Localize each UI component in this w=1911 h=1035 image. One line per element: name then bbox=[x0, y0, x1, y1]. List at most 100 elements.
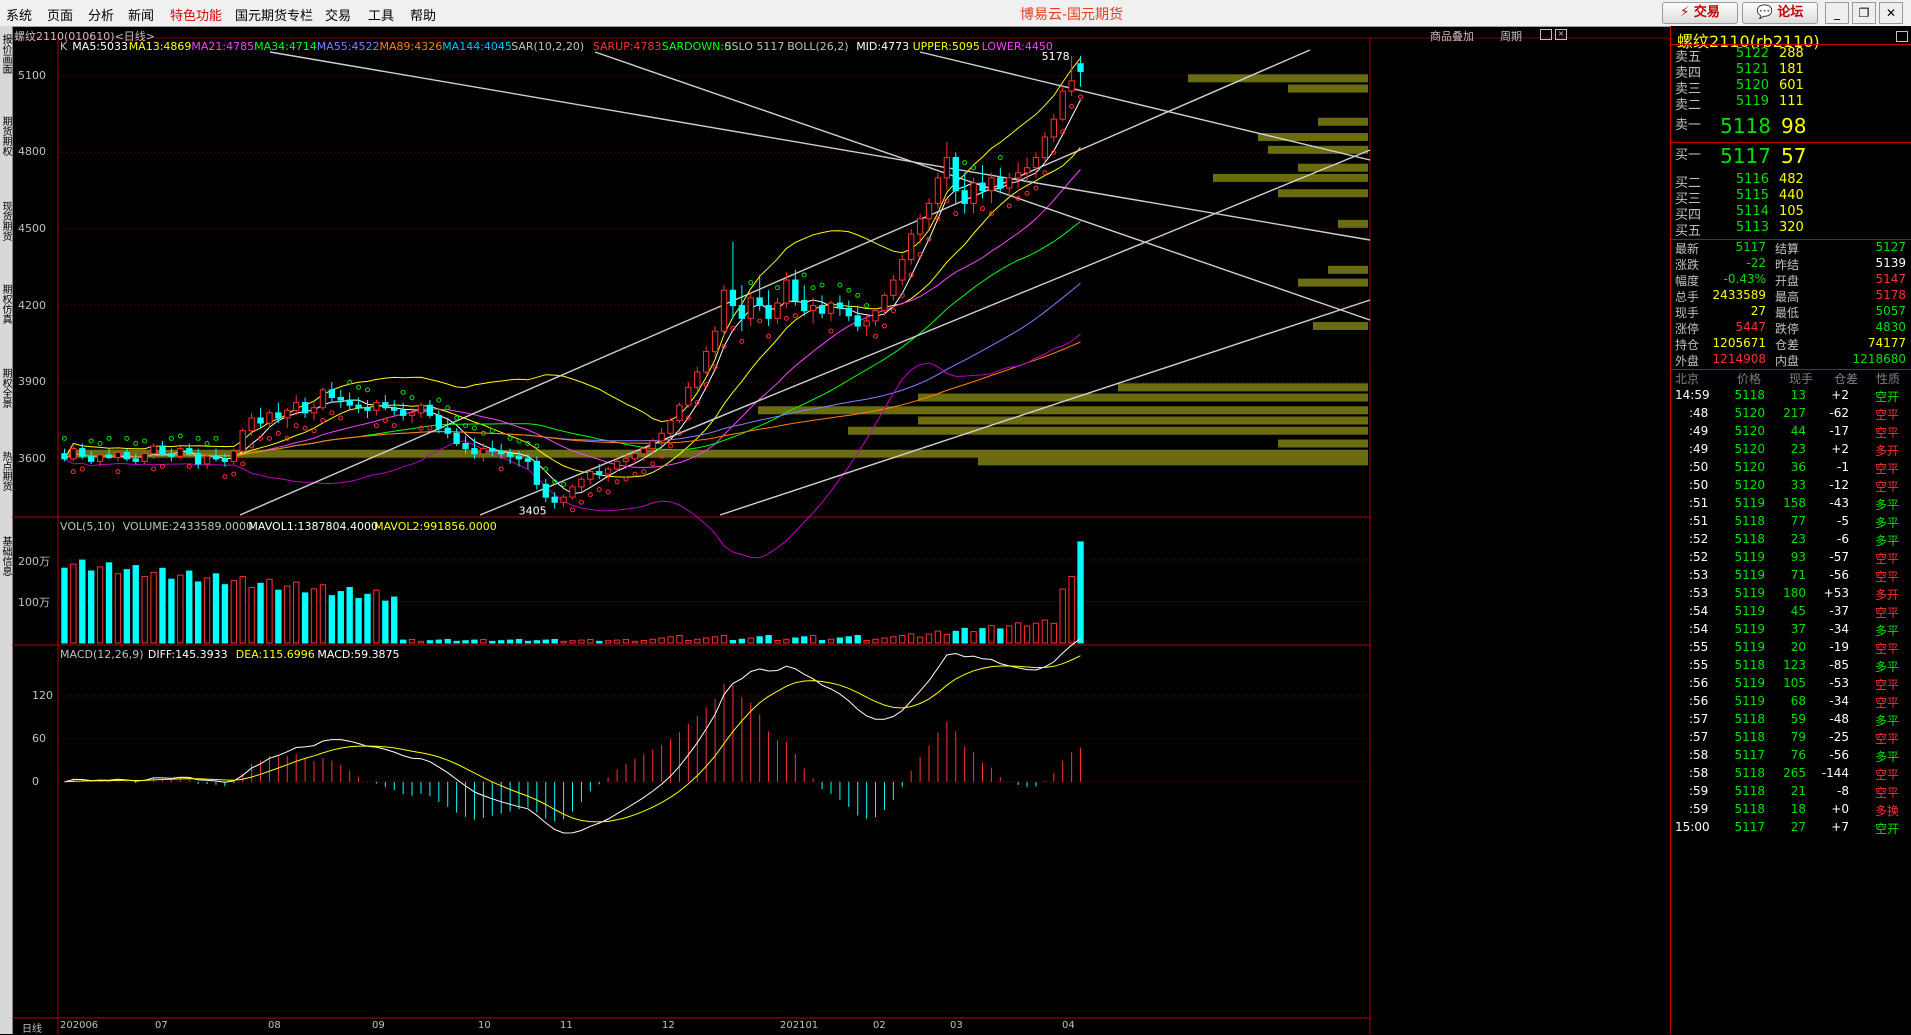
bid-row[interactable]: 买二 5116 482 bbox=[1671, 172, 1911, 191]
sar-dot bbox=[561, 481, 567, 487]
candle-body bbox=[899, 259, 906, 281]
bid-price: 5113 bbox=[1735, 220, 1769, 235]
sar-dot bbox=[222, 474, 228, 480]
tick-price: 5120 bbox=[1734, 424, 1765, 438]
tick-nature: 空平 bbox=[1875, 480, 1900, 494]
stat-label: 现手 bbox=[1675, 306, 1700, 320]
volume-bar bbox=[480, 638, 487, 644]
volume-bar bbox=[908, 633, 915, 644]
tick-time: :58 bbox=[1689, 748, 1709, 762]
sar-dot bbox=[783, 315, 789, 321]
indicator-value: MA13:4869 bbox=[128, 40, 192, 53]
tick-nature: 空平 bbox=[1875, 462, 1900, 476]
tick-time: :48 bbox=[1689, 406, 1709, 420]
tick-volume: 76 bbox=[1790, 748, 1806, 762]
sar-dot bbox=[819, 282, 825, 288]
tick-volume: 21 bbox=[1790, 784, 1806, 798]
volume-bar bbox=[809, 635, 817, 644]
tick-oi-change: -19 bbox=[1829, 640, 1849, 654]
chat-icon: 💬 bbox=[1756, 5, 1773, 20]
indicator-value: BOLL(26,2) bbox=[787, 40, 849, 53]
ask-row[interactable]: 卖二 5119 111 bbox=[1671, 94, 1911, 113]
candle-body bbox=[328, 389, 336, 399]
ask-row[interactable]: 卖一 5118 98 bbox=[1671, 114, 1911, 140]
volume-bar bbox=[587, 638, 594, 644]
tick-price: 5119 bbox=[1734, 604, 1765, 618]
sar-dot bbox=[204, 440, 210, 446]
tick-row: :55 5118 123 -85 多平 bbox=[1671, 658, 1911, 676]
tick-oi-change: +7 bbox=[1831, 820, 1849, 834]
ask-row[interactable]: 卖五 5122 288 bbox=[1671, 46, 1911, 65]
volume-bar bbox=[1032, 622, 1040, 644]
ask-row[interactable]: 卖三 5120 601 bbox=[1671, 78, 1911, 97]
tick-oi-change: +2 bbox=[1831, 388, 1849, 402]
volume-bar bbox=[96, 566, 104, 644]
candle-body bbox=[177, 448, 184, 457]
trend-channel-line bbox=[919, 51, 1371, 161]
volume-bar bbox=[310, 588, 318, 644]
bid-row[interactable]: 买四 5114 105 bbox=[1671, 204, 1911, 223]
candle-body bbox=[694, 371, 701, 388]
period-link[interactable]: 周期 bbox=[1500, 28, 1522, 44]
price-axis-tick: 5100 bbox=[18, 68, 46, 82]
sar-dot bbox=[962, 160, 968, 166]
volume-bar bbox=[471, 639, 478, 644]
bid-label: 买五 bbox=[1675, 224, 1702, 239]
candle-body bbox=[809, 305, 817, 312]
tick-oi-change: -144 bbox=[1821, 766, 1849, 780]
candle-body bbox=[399, 409, 407, 416]
indicator-value: UPPER:5095 bbox=[912, 40, 980, 53]
stat-value: 74177 bbox=[1867, 336, 1906, 350]
minimize-button[interactable]: _ bbox=[1825, 2, 1849, 24]
sar-dot bbox=[881, 323, 887, 329]
volume-bar bbox=[489, 640, 496, 644]
ask-row[interactable]: 卖四 5121 181 bbox=[1671, 62, 1911, 81]
bid-row[interactable]: 买五 5113 320 bbox=[1671, 220, 1911, 239]
tick-time: :59 bbox=[1689, 802, 1709, 816]
candle-body bbox=[792, 279, 799, 301]
quote-panel-toggle-icon[interactable] bbox=[1896, 31, 1908, 42]
volume-bar bbox=[524, 640, 532, 644]
tick-price: 5118 bbox=[1734, 730, 1765, 744]
stat-value: 5147 bbox=[1875, 272, 1906, 286]
volume-profile-bar bbox=[848, 426, 1368, 435]
bid-row[interactable]: 买一 5117 57 bbox=[1671, 144, 1911, 170]
close-button[interactable]: ✕ bbox=[1879, 2, 1903, 24]
forum-button[interactable]: 💬 论坛 bbox=[1742, 2, 1818, 24]
bid-row[interactable]: 买三 5115 440 bbox=[1671, 188, 1911, 207]
candle-body bbox=[916, 218, 924, 235]
bid-volume: 105 bbox=[1779, 204, 1804, 219]
candle-body bbox=[524, 458, 532, 462]
sar-dot bbox=[890, 308, 896, 314]
candle-body bbox=[391, 407, 398, 411]
indicator-value: MA21:4785 bbox=[191, 40, 255, 53]
kline-chart[interactable]: 51783405 bbox=[0, 0, 1670, 1034]
volume-bar bbox=[408, 638, 416, 644]
sar-dot bbox=[79, 466, 85, 472]
x-axis-tick: 202101 bbox=[780, 1020, 819, 1031]
candle-body bbox=[908, 233, 915, 261]
sar-dot bbox=[953, 211, 959, 217]
candle-body bbox=[266, 412, 273, 424]
tick-oi-change: -5 bbox=[1837, 514, 1849, 528]
volume-bar bbox=[533, 640, 541, 644]
stat-value: -22 bbox=[1746, 256, 1766, 270]
window-toggle-icon[interactable] bbox=[1540, 29, 1552, 40]
tick-nature: 多平 bbox=[1875, 714, 1900, 728]
sar-dot bbox=[88, 438, 94, 444]
restore-button[interactable]: ❐ bbox=[1852, 2, 1876, 24]
volume-bar bbox=[854, 635, 861, 644]
overlay-commodity-link[interactable]: 商品叠加 bbox=[1430, 28, 1474, 44]
volume-bar bbox=[462, 640, 469, 644]
tick-volume: 265 bbox=[1783, 766, 1806, 780]
candle-body bbox=[640, 448, 647, 455]
trade-button[interactable]: ⚡ 交易 bbox=[1662, 2, 1738, 24]
tick-row: :57 5118 79 -25 空平 bbox=[1671, 730, 1911, 748]
sar-dot bbox=[249, 443, 255, 449]
volume-bar bbox=[1014, 622, 1022, 644]
volume-bar bbox=[301, 592, 309, 644]
volume-bar bbox=[970, 631, 977, 644]
tick-volume: 93 bbox=[1790, 550, 1806, 564]
sar-dot bbox=[792, 313, 798, 319]
panel-close-icon[interactable]: × bbox=[1555, 29, 1567, 40]
